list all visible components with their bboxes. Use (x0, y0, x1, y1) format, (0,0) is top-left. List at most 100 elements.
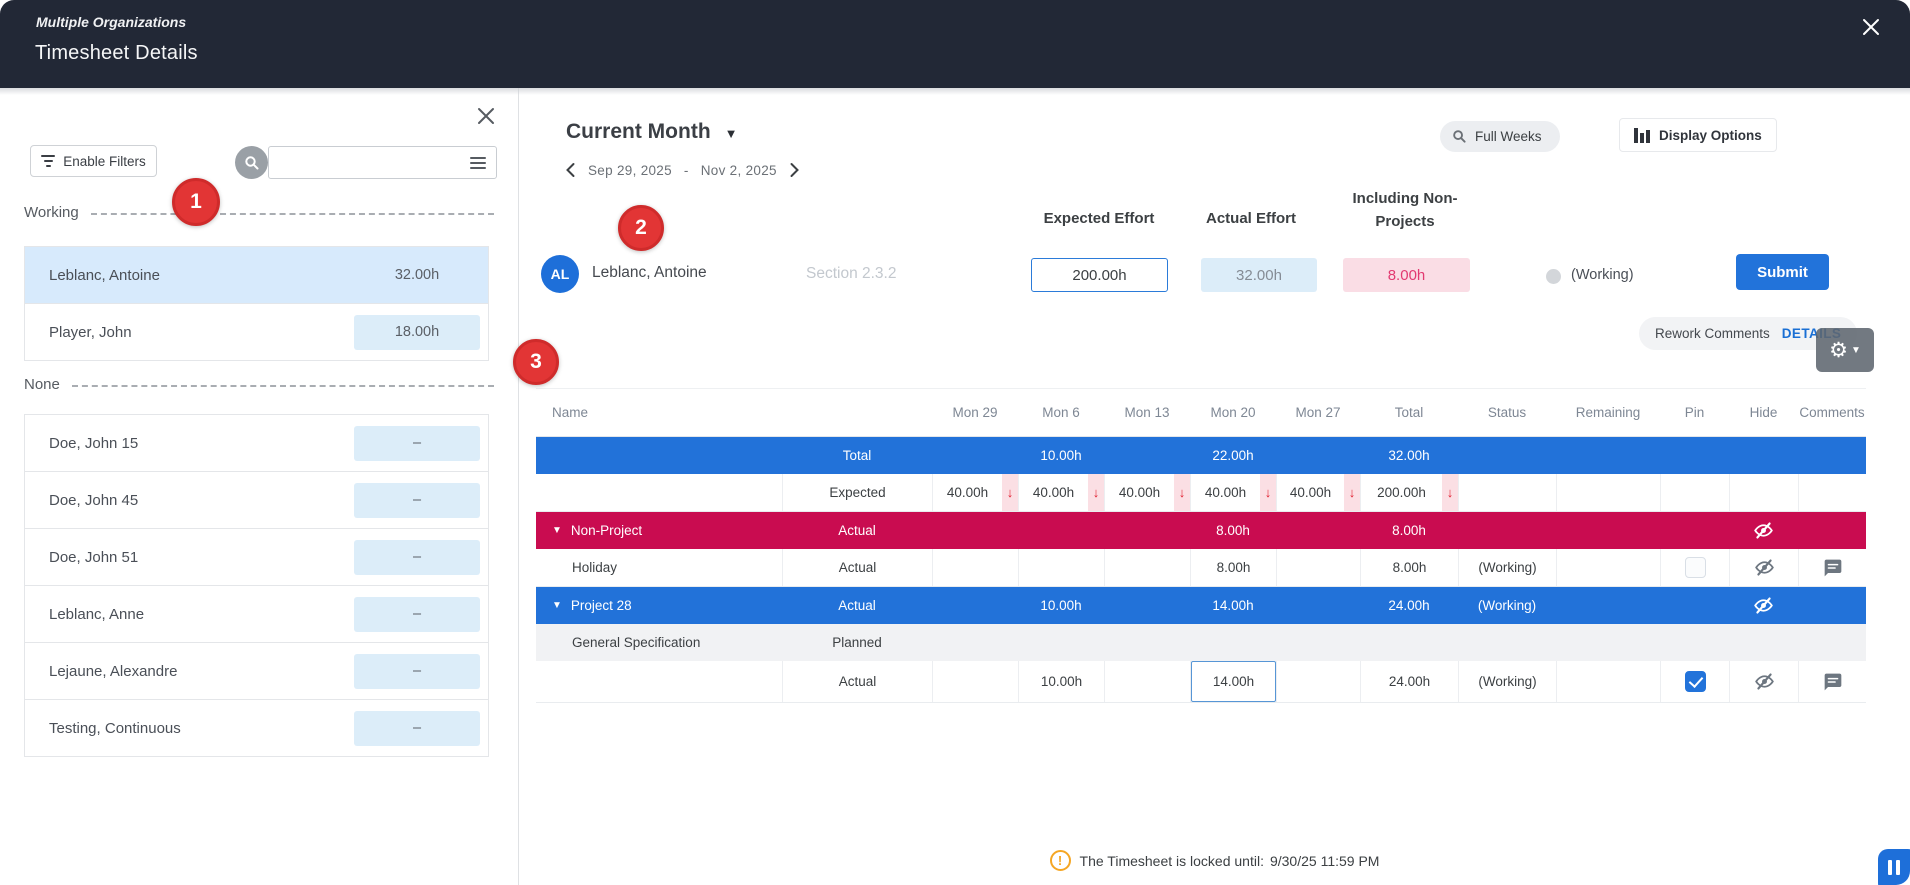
table-settings-button[interactable]: ⚙ ▼ (1816, 328, 1874, 372)
pin-checkbox-checked[interactable] (1685, 671, 1706, 692)
row-type-label: Total (782, 437, 932, 474)
search-input[interactable] (268, 146, 497, 179)
full-weeks-search[interactable]: Full Weeks (1440, 121, 1560, 152)
cell-gs-mon29[interactable] (932, 661, 1018, 702)
cell-total-mon20: 22.00h (1190, 437, 1276, 474)
date-range-end: Nov 2, 2025 (701, 163, 777, 178)
period-selector[interactable]: Current Month ▼ (566, 120, 738, 144)
active-edit-cell[interactable]: 14.00h (1191, 661, 1276, 702)
cell-holiday-mon27[interactable] (1276, 549, 1360, 586)
cell-holiday-mon13[interactable] (1104, 549, 1190, 586)
rework-comments-link[interactable]: Rework Comments (1655, 326, 1770, 341)
cell-holiday-mon6[interactable] (1018, 549, 1104, 586)
person-name: Leblanc, Antoine (592, 264, 707, 282)
search-icon (1452, 129, 1467, 144)
cell-project28-total: 24.00h (1360, 587, 1458, 624)
row-type-label: Planned (782, 624, 932, 661)
enable-filters-label: Enable Filters (63, 154, 146, 169)
resource-hours: – (354, 540, 480, 575)
next-period-icon[interactable] (789, 162, 800, 178)
row-type-label: Actual (782, 661, 932, 702)
row-holiday: Holiday Actual 8.00h 8.00h (Working) (536, 549, 1866, 587)
resource-item-lejaune-alexandre[interactable]: Lejaune, Alexandre – (25, 643, 488, 700)
decrease-arrow-icon: ↓ (1260, 474, 1276, 511)
hide-row-button[interactable] (1729, 512, 1798, 549)
comments-button[interactable] (1798, 549, 1866, 586)
row-type-label: Actual (782, 512, 932, 549)
resource-hours: – (354, 711, 480, 746)
close-window-icon[interactable] (1856, 12, 1886, 42)
cell-gs-mon6[interactable]: 10.00h (1018, 661, 1104, 702)
cell-holiday-mon20[interactable]: 8.00h (1190, 549, 1276, 586)
resource-name: Leblanc, Anne (49, 606, 144, 623)
decrease-arrow-icon: ↓ (1442, 474, 1458, 511)
search-menu-icon[interactable] (470, 154, 488, 170)
resource-item-leblanc-anne[interactable]: Leblanc, Anne – (25, 586, 488, 643)
search-icon-button[interactable] (235, 146, 268, 179)
col-header-comments: Comments (1798, 389, 1866, 436)
group-name: Non-Project (571, 523, 642, 538)
none-resource-list: Doe, John 15 – Doe, John 45 – Doe, John … (24, 414, 489, 757)
row-type-label: Expected (782, 474, 932, 511)
cell-holiday-mon29[interactable] (932, 549, 1018, 586)
col-header-hide: Hide (1729, 389, 1798, 436)
cell-expected-mon13: 40.00h (1105, 485, 1174, 500)
filter-icon (41, 152, 55, 170)
col-header-mon6: Mon 6 (1018, 389, 1104, 436)
display-options-button[interactable]: Display Options (1619, 118, 1777, 152)
row-general-specification-planned: General Specification Planned (536, 624, 1866, 661)
col-header-total: Total (1360, 389, 1458, 436)
cell-project28-mon6: 10.00h (1018, 587, 1104, 624)
resource-item-player-john[interactable]: Player, John 18.00h (25, 304, 488, 361)
annotation-badge-3: 3 (513, 339, 559, 385)
resource-sidebar: Enable Filters 1 Working Leblanc, Antoin… (0, 88, 519, 885)
row-general-specification-actual: Actual 10.00h 14.00h 24.00h (Working) (536, 661, 1866, 703)
help-widget-button[interactable] (1878, 849, 1910, 885)
comments-button[interactable] (1798, 661, 1866, 702)
resource-name: Lejaune, Alexandre (49, 663, 177, 680)
close-sidebar-icon[interactable] (474, 104, 498, 128)
actual-effort-value: 32.00h (1201, 258, 1317, 292)
group-label: Working (24, 204, 79, 221)
warning-icon: ! (1050, 850, 1071, 871)
enable-filters-button[interactable]: Enable Filters (30, 145, 157, 177)
prev-period-icon[interactable] (565, 162, 576, 178)
decrease-arrow-icon: ↓ (1088, 474, 1104, 511)
resource-name: Player, John (49, 324, 132, 341)
resource-name: Doe, John 15 (49, 435, 138, 452)
person-status: (Working) (1571, 267, 1634, 283)
hide-row-button[interactable] (1729, 587, 1798, 624)
resource-item-doe-john-15[interactable]: Doe, John 15 – (25, 415, 488, 472)
pin-checkbox[interactable] (1685, 557, 1706, 578)
resource-item-leblanc-antoine[interactable]: Leblanc, Antoine 32.00h (25, 247, 488, 304)
expected-effort-input[interactable]: 200.00h (1031, 258, 1168, 292)
col-header-name: Name (536, 389, 932, 436)
lock-message: ! The Timesheet is locked until: 9/30/25… (519, 850, 1910, 871)
hide-row-button[interactable] (1729, 661, 1798, 702)
cell-gs-mon27[interactable] (1276, 661, 1360, 702)
resource-name: Doe, John 45 (49, 492, 138, 509)
decrease-arrow-icon: ↓ (1002, 474, 1018, 511)
cell-holiday-total: 8.00h (1360, 549, 1458, 586)
period-label: Current Month (566, 120, 711, 144)
cell-project28-status: (Working) (1458, 587, 1556, 624)
gear-icon: ⚙ (1829, 340, 1848, 361)
eye-off-icon (1754, 557, 1775, 578)
hide-row-button[interactable] (1729, 549, 1798, 586)
submit-button[interactable]: Submit (1736, 254, 1829, 290)
group-toggle-project-28[interactable]: ▼ Project 28 (536, 587, 782, 624)
resource-item-testing-continuous[interactable]: Testing, Continuous – (25, 700, 488, 757)
group-toggle-non-project[interactable]: ▼ Non-Project (536, 512, 782, 549)
resource-item-doe-john-45[interactable]: Doe, John 45 – (25, 472, 488, 529)
dashed-divider (91, 213, 494, 215)
status-dot (1546, 269, 1561, 284)
chevron-down-icon: ▼ (725, 126, 738, 141)
full-weeks-label: Full Weeks (1475, 129, 1542, 144)
resource-item-doe-john-51[interactable]: Doe, John 51 – (25, 529, 488, 586)
pause-bars-icon (1896, 860, 1900, 875)
group-header-working: Working (24, 204, 494, 221)
cell-gs-mon13[interactable] (1104, 661, 1190, 702)
col-header-pin: Pin (1660, 389, 1729, 436)
annotation-badge-1: 1 (172, 178, 220, 226)
collapse-triangle-icon: ▼ (552, 600, 562, 611)
